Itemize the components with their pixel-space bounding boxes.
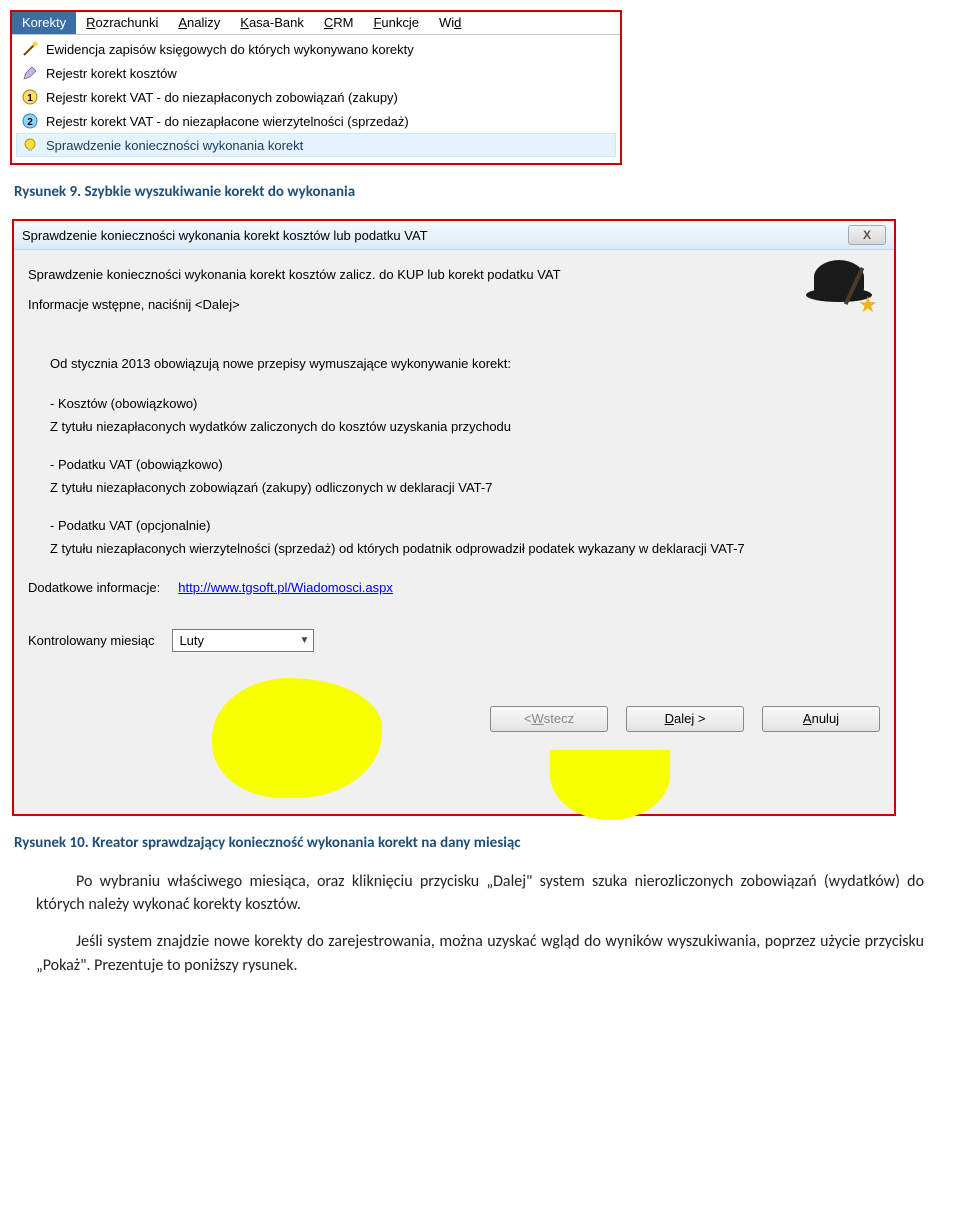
menu-analizy[interactable]: Analizy <box>168 12 230 34</box>
bullet-3b: Z tytułu niezapłaconych wierzytelności (… <box>28 540 810 558</box>
menu-kasa-bank[interactable]: Kasa-Bank <box>230 12 314 34</box>
chevron-down-icon: ▼ <box>300 635 310 646</box>
dropdown-item-label: Ewidencja zapisów księgowych do których … <box>46 42 414 57</box>
figure-caption-10: Rysunek 10. Kreator sprawdzający koniecz… <box>14 834 946 852</box>
wizard-header-1: Sprawdzenie konieczności wykonania korek… <box>28 266 804 284</box>
wizard-intro: Od stycznia 2013 obowiązują nowe przepis… <box>28 355 880 373</box>
close-icon: X <box>863 228 871 242</box>
month-label: Kontrolowany miesiąc <box>28 633 154 648</box>
close-button[interactable]: X <box>848 225 886 245</box>
next-button[interactable]: Dalej > <box>626 706 744 732</box>
cancel-button[interactable]: Anuluj <box>762 706 880 732</box>
dropdown-item-label: Rejestr korekt VAT - do niezapłacone wie… <box>46 114 409 129</box>
dialog-titlebar: Sprawdzenie konieczności wykonania korek… <box>14 221 894 250</box>
svg-text:1: 1 <box>27 93 33 104</box>
pencil-icon <box>22 65 38 81</box>
body-paragraph-2: Jeśli system znajdzie nowe korekty do za… <box>36 930 924 976</box>
highlight-arc-dalej <box>550 750 670 820</box>
dropdown-panel: Ewidencja zapisów księgowych do których … <box>12 35 620 163</box>
dropdown-item-sprawdzenie[interactable]: Sprawdzenie konieczności wykonania korek… <box>16 133 616 157</box>
menu-wid[interactable]: Wid <box>429 12 471 34</box>
bullet-1a: - Kosztów (obowiązkowo) <box>28 395 880 413</box>
svg-text:2: 2 <box>27 117 33 128</box>
extra-info-label: Dodatkowe informacje: <box>28 580 160 595</box>
badge-2-icon: 2 <box>22 113 38 129</box>
figure-caption-9: Rysunek 9. Szybkie wyszukiwanie korekt d… <box>14 183 946 201</box>
back-button[interactable]: < Wstecz <box>490 706 608 732</box>
wizard-header-2: Informacje wstępne, naciśnij <Dalej> <box>28 296 804 314</box>
dropdown-item-label: Rejestr korekt kosztów <box>46 66 177 81</box>
menu-funkcje[interactable]: Funkcje <box>363 12 429 34</box>
dropdown-item-vat-sprzedaz[interactable]: 2 Rejestr korekt VAT - do niezapłacone w… <box>16 109 616 133</box>
month-combobox[interactable]: Luty ▼ <box>172 629 314 652</box>
bullet-3a: - Podatku VAT (opcjonalnie) <box>28 517 880 535</box>
extra-info-link[interactable]: http://www.tgsoft.pl/Wiadomosci.aspx <box>178 580 393 595</box>
month-value: Luty <box>179 633 204 648</box>
menubar: Korekty Rozrachunki Analizy Kasa-Bank CR… <box>12 12 620 35</box>
dropdown-item-rejestr-kosztow[interactable]: Rejestr korekt kosztów <box>16 61 616 85</box>
badge-1-icon: 1 <box>22 89 38 105</box>
wizard-hat-icon: ★ <box>804 260 874 316</box>
dropdown-item-ewidencja[interactable]: Ewidencja zapisów księgowych do których … <box>16 37 616 61</box>
menu-korekty[interactable]: Korekty <box>12 12 76 34</box>
bullet-2b: Z tytułu niezapłaconych zobowiązań (zaku… <box>28 479 880 497</box>
wand-icon <box>22 41 38 57</box>
menu-rozrachunki[interactable]: Rozrachunki <box>76 12 168 34</box>
dropdown-item-label: Rejestr korekt VAT - do niezapłaconych z… <box>46 90 398 105</box>
body-paragraph-1: Po wybraniu właściwego miesiąca, oraz kl… <box>36 870 924 916</box>
bullet-1b: Z tytułu niezapłaconych wydatków zaliczo… <box>28 418 880 436</box>
menu-crm[interactable]: CRM <box>314 12 364 34</box>
dialog-title: Sprawdzenie konieczności wykonania korek… <box>22 228 428 243</box>
bullet-2a: - Podatku VAT (obowiązkowo) <box>28 456 880 474</box>
dropdown-item-vat-zakupy[interactable]: 1 Rejestr korekt VAT - do niezapłaconych… <box>16 85 616 109</box>
dropdown-item-label: Sprawdzenie konieczności wykonania korek… <box>46 138 303 153</box>
bulb-icon <box>22 137 38 153</box>
